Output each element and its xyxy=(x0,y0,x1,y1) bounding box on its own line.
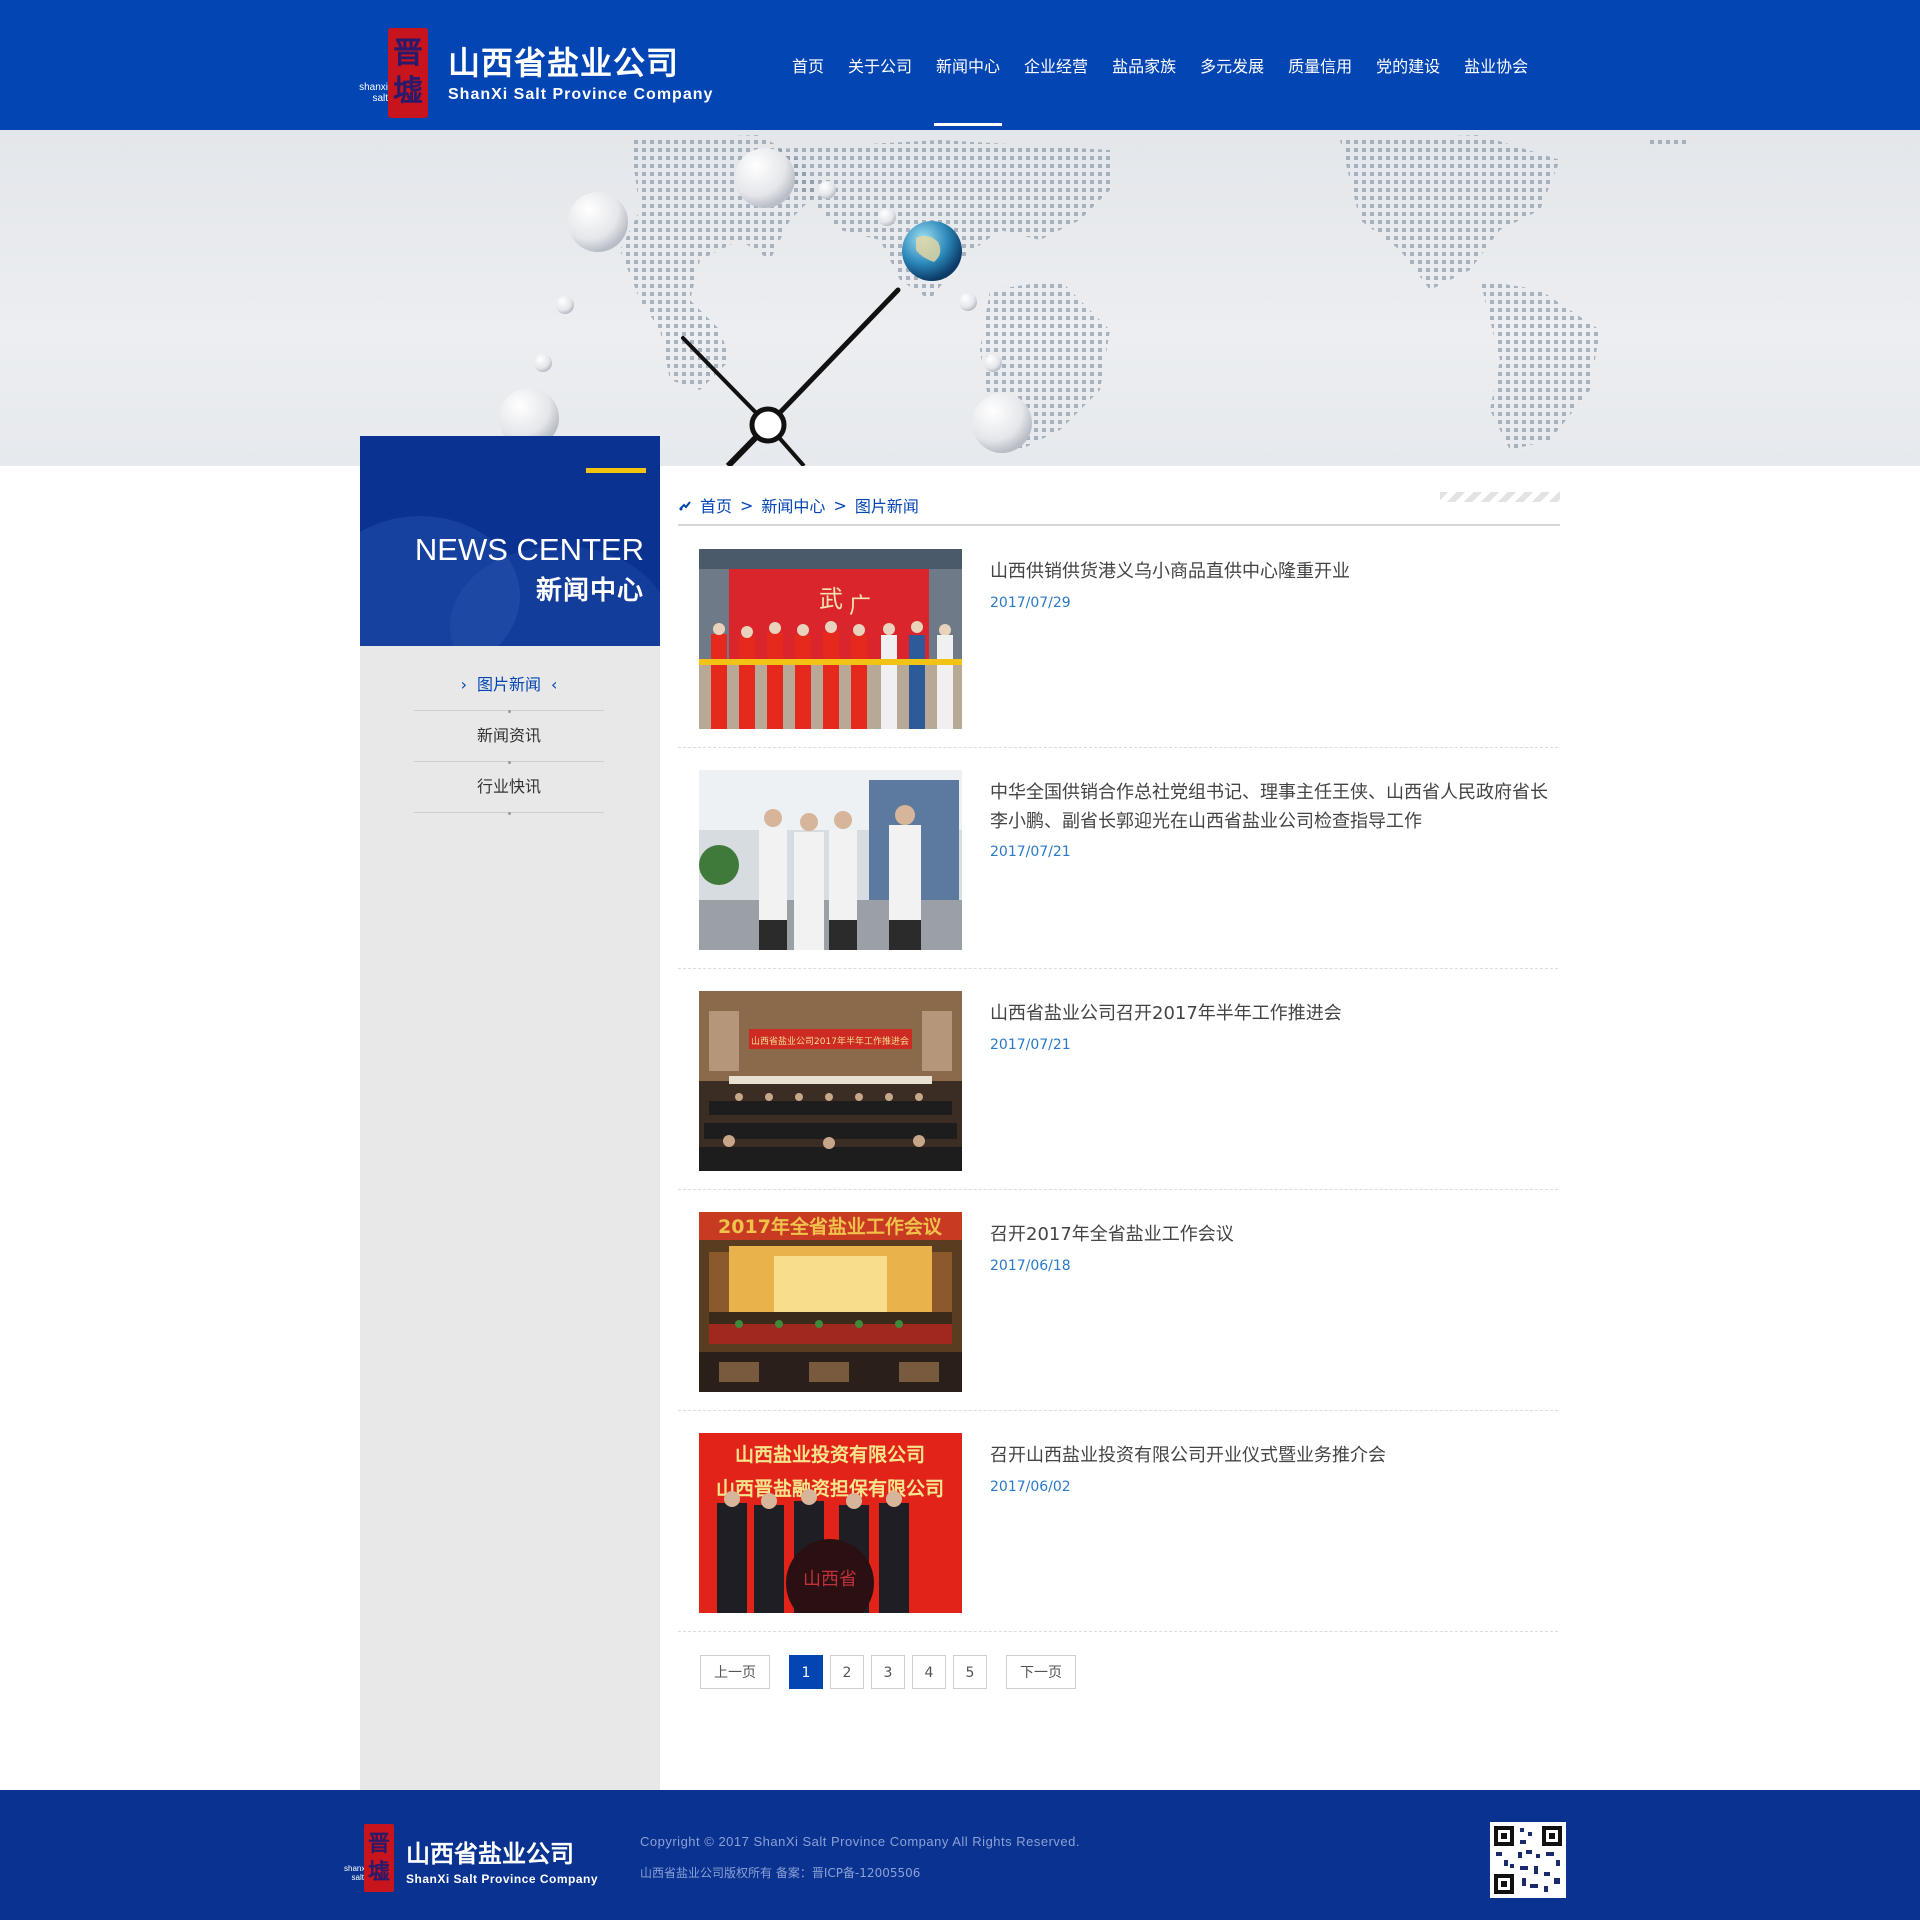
logo-seal-icon: 晋 墟 xyxy=(364,1824,394,1892)
site-logo[interactable]: shanxi salt 晋 墟 山西省盐业公司 ShanXi Salt Prov… xyxy=(358,24,728,124)
news-thumbnail[interactable] xyxy=(699,770,962,950)
decor-stripes xyxy=(1440,492,1560,502)
news-item: 武 广 山西供销供货港义乌小商品直供中心隆重开业 2017/07/29 xyxy=(678,527,1558,748)
breadcrumb-news-center[interactable]: 新闻中心 xyxy=(761,493,825,517)
pagination: 上一页 1 2 3 4 5 下一页 xyxy=(700,1655,1083,1689)
thumbnail-caption: 山西省 xyxy=(803,1569,857,1590)
news-item: 中华全国供销合作总社党组书记、理事主任王侠、山西省人民政府省长李小鹏、副省长郭迎… xyxy=(678,748,1558,969)
nav-item-association[interactable]: 盐业协会 xyxy=(1452,0,1540,130)
news-thumbnail[interactable]: 山西省盐业公司2017年半年工作推进会 xyxy=(699,991,962,1171)
news-title[interactable]: 召开山西盐业投资有限公司开业仪式暨业务推介会 xyxy=(990,1441,1560,1470)
qr-code-icon xyxy=(1490,1822,1566,1898)
news-title[interactable]: 山西省盐业公司召开2017年半年工作推进会 xyxy=(990,999,1560,1028)
nav-item-about[interactable]: 关于公司 xyxy=(836,0,924,130)
next-page-button[interactable]: 下一页 xyxy=(1006,1655,1076,1689)
sidebar-title-en: NEWS CENTER xyxy=(414,532,644,567)
world-map-clock-illustration xyxy=(499,135,1690,466)
breadcrumb-home[interactable]: 首页 xyxy=(700,493,732,517)
news-thumbnail[interactable]: 武 广 xyxy=(699,549,962,729)
news-list: 武 广 山西供销供货港义乌小商品直供中心隆重开业 2017/07/29 中华全国… xyxy=(678,527,1558,1632)
page-2-button[interactable]: 2 xyxy=(830,1655,864,1689)
thumbnail-caption: 山西晋盐融资担保有限公司 xyxy=(716,1477,944,1500)
footer-logo[interactable]: shanxi salt 晋 墟 山西省盐业公司 ShanXi Salt Prov… xyxy=(344,1824,634,1894)
news-date: 2017/07/29 xyxy=(990,595,1071,611)
sidebar: NEWS CENTER 新闻中心 › 图片新闻 ‹ 新闻资讯 行业快讯 xyxy=(360,436,660,1790)
logo-title-en: ShanXi Salt Province Company xyxy=(448,86,714,103)
news-thumbnail[interactable]: 山西盐业投资有限公司 山西晋盐融资担保有限公司 山西省 xyxy=(699,1433,962,1613)
news-title[interactable]: 中华全国供销合作总社党组书记、理事主任王侠、山西省人民政府省长李小鹏、副省长郭迎… xyxy=(990,778,1560,836)
thumbnail-caption: 2017年全省盐业工作会议 xyxy=(718,1215,943,1238)
site-footer: shanxi salt 晋 墟 山西省盐业公司 ShanXi Salt Prov… xyxy=(0,1790,1920,1920)
news-date: 2017/07/21 xyxy=(990,844,1071,860)
icp-record-text: 山西省盐业公司版权所有 备案：晋ICP备-12005506 xyxy=(640,1866,921,1880)
sidebar-title-cn: 新闻中心 xyxy=(535,576,644,606)
svg-text:广: 广 xyxy=(849,594,871,619)
news-date: 2017/06/18 xyxy=(990,1258,1071,1274)
location-icon xyxy=(679,501,691,511)
sidebar-menu: › 图片新闻 ‹ 新闻资讯 行业快讯 xyxy=(414,660,604,815)
news-item: 山西省盐业公司2017年半年工作推进会 山西省盐业公司召开2017年半年工作推进… xyxy=(678,969,1558,1190)
chevron-right-icon: › xyxy=(460,675,467,694)
breadcrumb-separator: > xyxy=(833,495,847,515)
nav-item-products[interactable]: 盐品家族 xyxy=(1100,0,1188,130)
page-3-button[interactable]: 3 xyxy=(871,1655,905,1689)
nav-item-business[interactable]: 企业经营 xyxy=(1012,0,1100,130)
news-date: 2017/07/21 xyxy=(990,1037,1071,1053)
accent-bar xyxy=(586,468,646,473)
footer-logo-en: ShanXi Salt Province Company xyxy=(406,1872,599,1886)
svg-text:武: 武 xyxy=(819,585,843,613)
news-thumbnail[interactable]: 2017年全省盐业工作会议 xyxy=(699,1212,962,1392)
nav-item-diversified[interactable]: 多元发展 xyxy=(1188,0,1276,130)
nav-item-news[interactable]: 新闻中心 xyxy=(924,0,1012,130)
news-title[interactable]: 山西供销供货港义乌小商品直供中心隆重开业 xyxy=(990,557,1560,586)
breadcrumb-separator: > xyxy=(740,495,754,515)
news-title[interactable]: 召开2017年全省盐业工作会议 xyxy=(990,1220,1560,1249)
page-4-button[interactable]: 4 xyxy=(912,1655,946,1689)
nav-item-party[interactable]: 党的建设 xyxy=(1364,0,1452,130)
chevron-left-icon: ‹ xyxy=(551,675,558,694)
page-1-button[interactable]: 1 xyxy=(789,1655,823,1689)
nav-item-home[interactable]: 首页 xyxy=(780,0,836,130)
breadcrumb: 首页 > 新闻中心 > 图片新闻 xyxy=(678,486,1560,526)
prev-page-button[interactable]: 上一页 xyxy=(700,1655,770,1689)
news-item: 山西盐业投资有限公司 山西晋盐融资担保有限公司 山西省 召开山西盐业投资有限公司… xyxy=(678,1411,1558,1632)
sidebar-item-photo-news[interactable]: › 图片新闻 ‹ xyxy=(414,660,604,713)
hero-banner xyxy=(0,130,1920,466)
logo-title-cn: 山西省盐业公司 xyxy=(448,44,680,82)
main-nav: 首页 关于公司 新闻中心 企业经营 盐品家族 多元发展 质量信用 党的建设 盐业… xyxy=(780,0,1540,130)
news-date: 2017/06/02 xyxy=(990,1479,1071,1495)
sidebar-header: NEWS CENTER 新闻中心 xyxy=(360,436,660,646)
site-header: shanxi salt 晋 墟 山西省盐业公司 ShanXi Salt Prov… xyxy=(0,0,1920,130)
page-5-button[interactable]: 5 xyxy=(953,1655,987,1689)
sidebar-item-news-info[interactable]: 新闻资讯 xyxy=(414,711,604,764)
copyright-text: Copyright © 2017 ShanXi Salt Province Co… xyxy=(640,1834,1081,1849)
sidebar-item-industry-news[interactable]: 行业快讯 xyxy=(414,762,604,815)
logo-seal-side-text: shanxi salt xyxy=(359,82,388,104)
nav-item-quality[interactable]: 质量信用 xyxy=(1276,0,1364,130)
thumbnail-caption: 山西省盐业公司2017年半年工作推进会 xyxy=(751,1035,909,1047)
thumbnail-caption: 山西盐业投资有限公司 xyxy=(735,1443,925,1466)
logo-seal-side-text: shanxi salt xyxy=(344,1864,368,1882)
breadcrumb-photo-news[interactable]: 图片新闻 xyxy=(855,493,919,517)
logo-seal-icon: 晋 墟 xyxy=(388,28,428,118)
news-item: 2017年全省盐业工作会议 召开2017年全省盐业工作会议 2017/06/18 xyxy=(678,1190,1558,1411)
footer-logo-cn: 山西省盐业公司 xyxy=(406,1840,574,1868)
